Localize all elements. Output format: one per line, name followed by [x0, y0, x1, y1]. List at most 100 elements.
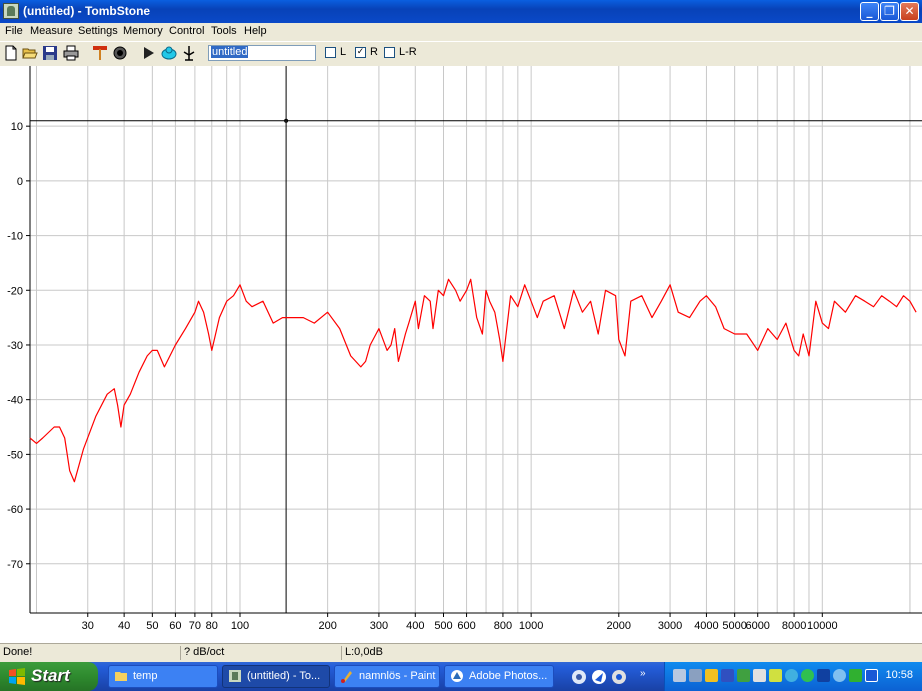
x-tick-label: 5000 — [722, 620, 746, 632]
maximize-button[interactable]: ❐ — [880, 2, 899, 21]
x-tick-label: 800 — [494, 620, 512, 632]
status-bar: Done! ? dB/oct L:0,0dB — [0, 643, 922, 662]
update-icon[interactable] — [785, 669, 798, 682]
menu-control[interactable]: Control — [169, 25, 204, 37]
folder-tray-icon[interactable] — [769, 669, 782, 682]
chart-svg[interactable]: 100-10-20-30-40-50-60-7030 40 50 60 70 80 100 2… — [0, 66, 922, 643]
task-paint[interactable]: namnlös - Paint — [334, 665, 440, 688]
menu-help[interactable]: Help — [244, 25, 267, 37]
x-tick-label: 600 — [457, 620, 475, 632]
channel-r-checkbox[interactable]: ✓ — [355, 47, 366, 58]
tombstone-icon — [229, 670, 241, 682]
channel-r-label: R — [370, 46, 378, 58]
sync-icon[interactable] — [801, 669, 814, 682]
status-level: L:0,0dB — [341, 646, 545, 660]
windows-logo-icon — [9, 668, 25, 685]
y-tick-label: -10 — [7, 231, 23, 243]
menu-measure[interactable]: Measure — [30, 25, 73, 37]
x-tick-label: 8000 — [782, 620, 806, 632]
toolbar: untitled L ✓ R L-R — [0, 41, 922, 66]
play-icon[interactable] — [141, 45, 157, 61]
tuning-fork-icon[interactable] — [181, 45, 197, 61]
frequency-response-plot[interactable]: 10 0 -10 -20 -30 -40 -50 -60 -70 30 40 50 60 70 80 100 2… — [0, 66, 922, 643]
print-icon[interactable] — [63, 45, 79, 61]
x-tick-label: 80 — [206, 620, 218, 632]
y-tick-label: -30 — [7, 340, 23, 352]
window-title: (untitled) - TombStone — [23, 4, 151, 18]
photoshop-icon — [451, 670, 463, 682]
x-tick-label: 300 — [370, 620, 388, 632]
x-tick-label: 50 — [146, 620, 158, 632]
svg-text:»: » — [640, 668, 646, 679]
clock: 10:58 — [885, 669, 913, 681]
x-tick-label: 30 — [82, 620, 94, 632]
channel-l-checkbox[interactable] — [325, 47, 336, 58]
channel-l-label: L — [340, 46, 347, 58]
y-tick-label: -40 — [7, 395, 23, 407]
task-temp[interactable]: temp — [108, 665, 218, 688]
minimize-button[interactable]: _ — [860, 2, 879, 21]
y-tick-label: 0 — [17, 176, 23, 188]
monitor-icon[interactable] — [865, 669, 878, 682]
task-label: namnlös - Paint — [359, 670, 436, 682]
y-tick-label: -70 — [7, 559, 23, 571]
shield-icon[interactable] — [705, 669, 718, 682]
task-photoshop[interactable]: Adobe Photos... — [444, 665, 554, 688]
x-tick-label: 40 — [118, 620, 130, 632]
x-tick-label: 400 — [406, 620, 424, 632]
volume-icon[interactable] — [753, 669, 766, 682]
record-icon[interactable] — [112, 45, 128, 61]
filter-icon[interactable] — [721, 669, 734, 682]
menu-settings[interactable]: Settings — [78, 25, 118, 37]
x-tick-label: 3000 — [658, 620, 682, 632]
taskbar: Start temp (untitled) - To... namnlös - … — [0, 662, 922, 691]
antivirus-icon[interactable] — [849, 669, 862, 682]
security-icon[interactable] — [737, 669, 750, 682]
paint-icon — [341, 671, 352, 683]
x-tick-label: 6000 — [745, 620, 769, 632]
y-tick-label: -50 — [7, 449, 23, 461]
x-tick-label: 1000 — [519, 620, 543, 632]
status-weighting: ? dB/oct — [180, 646, 344, 660]
x-tick-label: 100 — [231, 620, 249, 632]
start-label: Start — [31, 666, 70, 685]
network-icon[interactable] — [673, 669, 686, 682]
measurement-name-field[interactable]: untitled — [208, 45, 316, 61]
folder-icon — [115, 672, 127, 681]
task-label: (untitled) - To... — [247, 670, 321, 682]
y-tick-label: -20 — [7, 285, 23, 297]
system-tray: 10:58 — [664, 662, 922, 691]
x-tick-label: 500 — [434, 620, 452, 632]
y-tick-label: 10 — [11, 121, 23, 133]
menu-tools[interactable]: Tools — [211, 25, 237, 37]
bluetooth-icon[interactable] — [833, 669, 846, 682]
response-series-line — [29, 278, 917, 483]
task-label: temp — [133, 670, 158, 682]
start-button[interactable]: Start — [0, 662, 98, 691]
menu-file[interactable]: File — [5, 25, 23, 37]
users-icon[interactable] — [689, 669, 702, 682]
marker-icon[interactable] — [92, 45, 108, 61]
x-tick-label: 60 — [169, 620, 181, 632]
x-tick-label: 2000 — [607, 620, 631, 632]
app-icon[interactable] — [3, 3, 19, 19]
quick-launch-icons[interactable]: » — [570, 668, 662, 686]
save-icon[interactable] — [42, 45, 58, 61]
x-tick-label: 4000 — [694, 620, 718, 632]
loop-icon[interactable] — [161, 45, 177, 61]
display-icon[interactable] — [817, 669, 830, 682]
title-bar[interactable]: (untitled) - TombStone _ ❐ ✕ — [0, 0, 922, 23]
channel-lr-checkbox[interactable] — [384, 47, 395, 58]
status-message: Done! — [3, 646, 33, 658]
close-button[interactable]: ✕ — [900, 2, 919, 21]
task-tombstone[interactable]: (untitled) - To... — [222, 665, 330, 688]
menu-memory[interactable]: Memory — [123, 25, 163, 37]
y-tick-label: -60 — [7, 504, 23, 516]
open-icon[interactable] — [22, 45, 38, 61]
task-label: Adobe Photos... — [469, 670, 548, 682]
menu-bar: File Measure Settings Memory Control Too… — [0, 23, 922, 41]
channel-lr-label: L-R — [399, 46, 417, 58]
x-tick-label: 70 — [189, 620, 201, 632]
x-tick-label: 10000 — [807, 620, 838, 632]
new-icon[interactable] — [3, 45, 19, 61]
